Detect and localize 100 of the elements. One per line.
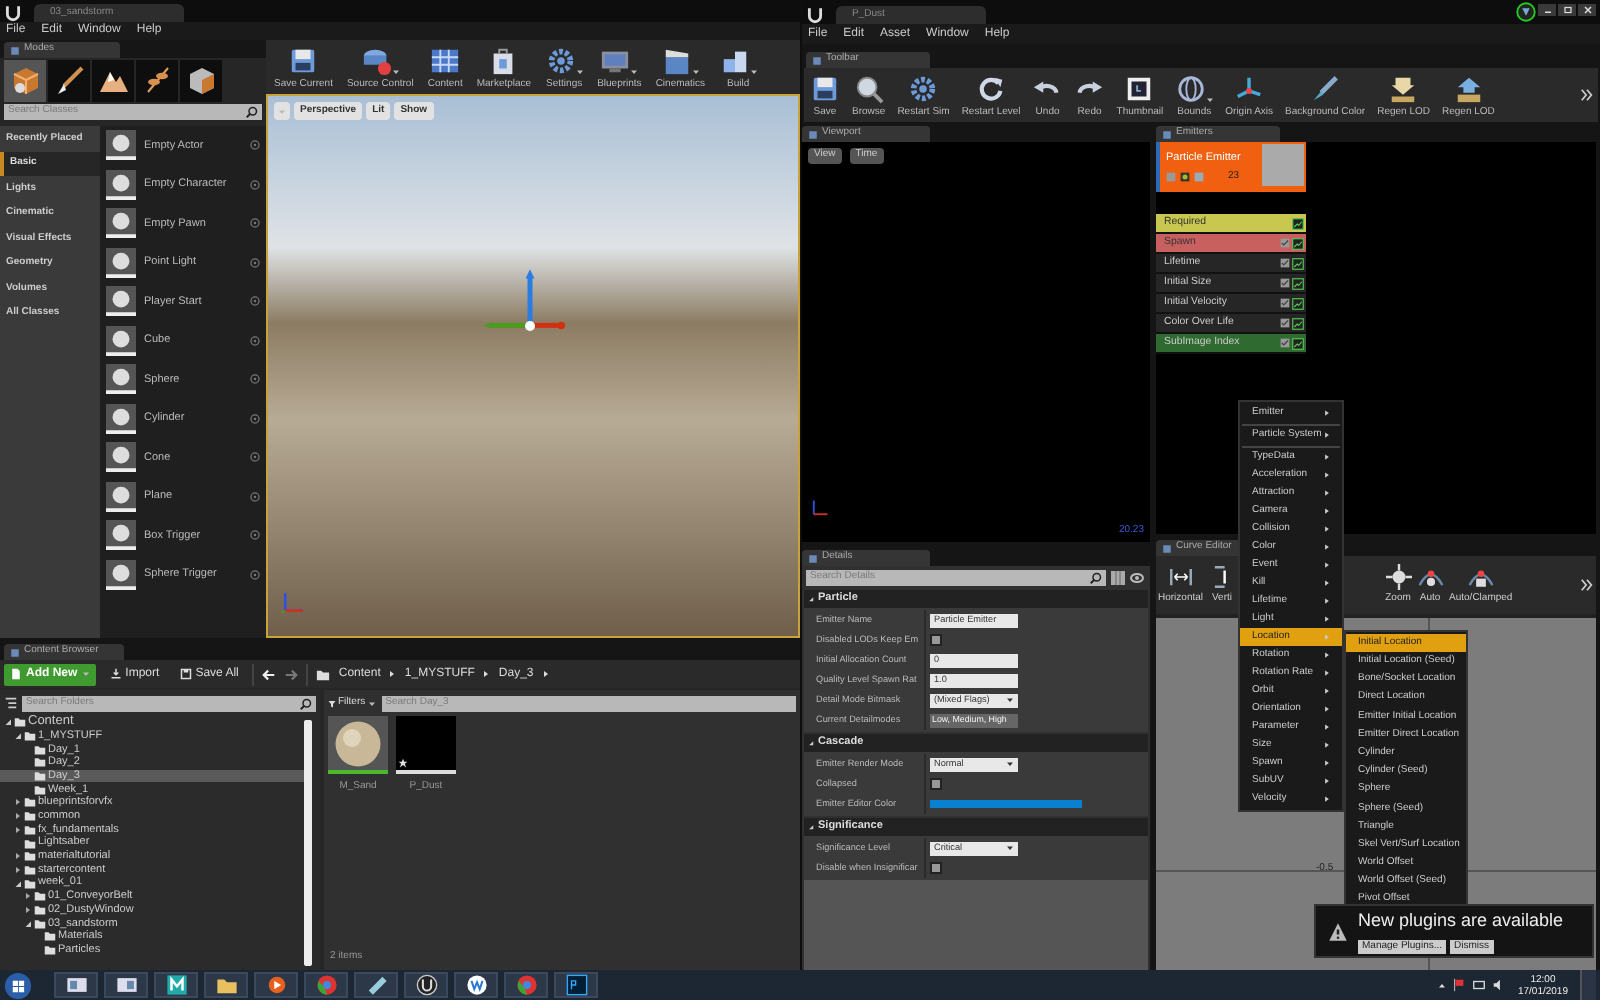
- help-icon: [250, 569, 260, 580]
- help-icon: [250, 140, 260, 151]
- browser-icon: [315, 974, 337, 996]
- caret-icon: [391, 67, 400, 75]
- zoom-fit-icon: [1385, 563, 1412, 590]
- checkbox[interactable]: [930, 862, 942, 874]
- caret-icon: [749, 67, 758, 75]
- letter-tile-icon: [165, 974, 187, 996]
- help-icon: [250, 491, 260, 502]
- taskbar-app-button[interactable]: [254, 972, 298, 998]
- mode-tab[interactable]: [92, 59, 134, 101]
- actor-thumbnail-icon: [106, 520, 136, 551]
- window-thumbnail-icon: [65, 974, 87, 996]
- taskbar-app-button[interactable]: [454, 972, 498, 998]
- taskbar-app-button[interactable]: [54, 972, 98, 998]
- database-icon: [361, 45, 392, 75]
- color-swatch[interactable]: [930, 800, 1082, 808]
- caret-icon: [630, 67, 639, 75]
- checkbox[interactable]: [930, 634, 942, 646]
- emitter-thumbnail: [1262, 144, 1304, 186]
- submenu-arrow-icon: [1324, 562, 1330, 568]
- gear-icon: [908, 73, 939, 103]
- search-icon: [1090, 571, 1102, 583]
- minimize-button[interactable]: [1538, 4, 1556, 16]
- actor-thumbnail-icon: [106, 559, 136, 590]
- enable-checkbox-icon: [1280, 338, 1290, 348]
- expanded-arrow-icon: [808, 740, 814, 746]
- enable-checkbox-icon: [1280, 278, 1290, 288]
- caret-icon: [367, 699, 376, 707]
- caret-icon: [278, 107, 286, 115]
- curve-toggle-icon: [1292, 297, 1304, 309]
- help-icon: [250, 452, 260, 463]
- search-icon: [853, 73, 884, 103]
- enable-checkbox-icon: [1280, 258, 1290, 268]
- panel-icon: [10, 647, 20, 657]
- submenu-arrow-icon: [1324, 508, 1330, 514]
- submenu-arrow-icon: [1324, 724, 1330, 730]
- caret-icon: [81, 670, 90, 678]
- expanded-arrow-icon: [24, 919, 32, 928]
- caret-icon: [1205, 95, 1214, 103]
- checkbox[interactable]: [930, 778, 942, 790]
- submenu-arrow-icon: [1324, 544, 1330, 550]
- leaf-icon: [141, 64, 173, 96]
- expanded-arrow-icon: [14, 879, 22, 888]
- paintbrush-icon: [53, 64, 85, 96]
- submenu-arrow-icon: [1324, 410, 1330, 416]
- caret-icon: [691, 67, 700, 75]
- caret-icon: [1006, 696, 1014, 704]
- actor-thumbnail-icon: [106, 403, 136, 434]
- engine-logo-icon: [806, 6, 824, 24]
- help-icon: [250, 374, 260, 385]
- taskbar-app-button[interactable]: [404, 972, 448, 998]
- axis-indicator-icon: [280, 588, 308, 616]
- maximize-icon: [1563, 6, 1571, 14]
- submenu-arrow-icon: [1324, 742, 1330, 748]
- taskbar-app-button[interactable]: [154, 972, 198, 998]
- maximize-button[interactable]: [1558, 4, 1576, 16]
- close-icon: [1583, 6, 1591, 14]
- taskbar-app-button[interactable]: [554, 972, 598, 998]
- horizontal-fit-icon: [1167, 563, 1194, 590]
- network-icon: [1471, 978, 1486, 992]
- minimize-icon: [1543, 6, 1551, 14]
- actor-thumbnail-icon: [106, 247, 136, 278]
- submenu-arrow-icon: [1324, 616, 1330, 622]
- actor-thumbnail-icon: [106, 481, 136, 512]
- refresh-icon: [976, 73, 1007, 103]
- circle-logo-icon: [465, 974, 487, 996]
- close-button[interactable]: [1578, 4, 1596, 16]
- actor-thumbnail-icon: [106, 208, 136, 239]
- curve-toggle-icon: [1292, 317, 1304, 329]
- submenu-arrow-icon: [1324, 688, 1330, 694]
- help-icon: [250, 257, 260, 268]
- tree-view-icon: [4, 696, 18, 710]
- submenu-arrow-icon: [1324, 670, 1330, 676]
- window-thumbnail-icon: [115, 974, 137, 996]
- panel-icon: [10, 45, 20, 55]
- clapperboard-icon: [661, 45, 692, 75]
- paintbrush-icon: [1310, 73, 1341, 103]
- more-icon: [1580, 88, 1594, 102]
- taskbar-app-button[interactable]: [204, 972, 248, 998]
- expanded-arrow-icon: [808, 596, 814, 602]
- mode-tab[interactable]: [4, 59, 46, 101]
- tray-arrow-icon: [1437, 981, 1446, 989]
- submenu-arrow-icon: [1324, 490, 1330, 496]
- panel-icon: [808, 129, 818, 139]
- panel-icon: [812, 55, 822, 65]
- help-icon: [250, 413, 260, 424]
- grid-icon: [430, 45, 461, 75]
- search-icon: [300, 697, 312, 709]
- gear-icon: [545, 45, 576, 75]
- flag-icon: [1451, 978, 1466, 992]
- taskbar-app-button[interactable]: [104, 972, 148, 998]
- speaker-icon: [1491, 978, 1506, 992]
- scrollbar[interactable]: [304, 720, 312, 966]
- mode-tab[interactable]: [136, 59, 178, 101]
- taskbar-app-button[interactable]: [354, 972, 398, 998]
- actor-thumbnail-icon: [106, 169, 136, 200]
- mode-tab[interactable]: [48, 59, 90, 101]
- new-file-icon: [10, 668, 22, 680]
- mode-tab[interactable]: [180, 59, 222, 101]
